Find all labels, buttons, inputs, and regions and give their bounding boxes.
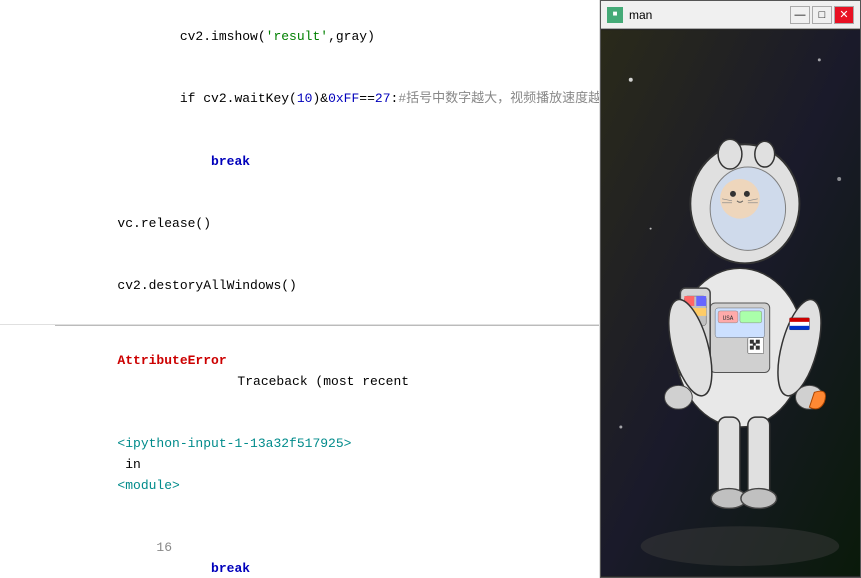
maximize-button[interactable]: □ [812, 6, 832, 24]
code-line-2: if cv2.waitKey(10)&0xFF==27:#括号中数字越大，视频播… [55, 68, 599, 130]
notebook-panel: cv2.imshow('result',gray) if cv2.waitKey… [0, 0, 600, 578]
traceback-line16: 16 break [55, 517, 599, 578]
window-title: man [629, 8, 784, 22]
error-area: AttributeError Traceback (most recent <i… [0, 326, 599, 578]
close-button[interactable]: ✕ [834, 6, 854, 24]
astronaut-svg: USA [601, 29, 860, 577]
ipython-ref-line: <ipython-input-1-13a32f517925> in <modul… [55, 413, 599, 517]
svg-text:USA: USA [723, 315, 734, 322]
titlebar-controls: — □ ✕ [790, 6, 854, 24]
code-line-1: cv2.imshow('result',gray) [55, 6, 599, 68]
code-line-5: cv2.destoryAllWindows() [55, 256, 599, 318]
output-area: cv2.imshow('result',gray) if cv2.waitKey… [0, 0, 599, 325]
code-line-3: break [55, 131, 599, 193]
window-titlebar: ■ man — □ ✕ [601, 1, 860, 29]
image-window: ■ man — □ ✕ [600, 0, 861, 578]
code-line-4: vc.release() [55, 193, 599, 255]
image-display: USA [601, 29, 860, 577]
error-title-line: AttributeError Traceback (most recent [55, 330, 599, 413]
minimize-button[interactable]: — [790, 6, 810, 24]
window-icon: ■ [607, 7, 623, 23]
